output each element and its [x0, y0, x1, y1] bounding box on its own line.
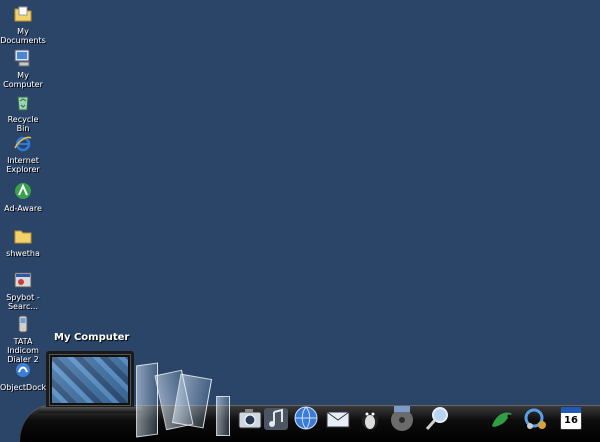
- desktop: My Documents My Computer Recycle Bin Int…: [0, 0, 600, 442]
- desktop-icon-ad-aware[interactable]: Ad-Aware: [0, 181, 46, 213]
- desktop-icon-my-computer[interactable]: My Computer: [0, 48, 46, 89]
- monitor-base: [38, 407, 142, 413]
- desktop-icon-recycle-bin[interactable]: Recycle Bin: [0, 92, 46, 133]
- desktop-icon-label: My Documents: [0, 27, 46, 45]
- search-icon[interactable]: [424, 404, 452, 432]
- dock-item-glass-panels[interactable]: [136, 360, 216, 438]
- desktop-icon-my-documents[interactable]: My Documents: [0, 4, 46, 45]
- desktop-icon-tata-indicom[interactable]: TATA Indicom Dialer 2: [0, 314, 46, 364]
- desktop-icon-label: Ad-Aware: [4, 204, 42, 213]
- desktop-icon-label: My Computer: [3, 71, 43, 89]
- disc-icon[interactable]: [388, 404, 416, 432]
- music-icon[interactable]: [262, 404, 290, 432]
- desktop-icon-spybot[interactable]: Spybot - Searc...: [0, 270, 46, 311]
- camera-icon[interactable]: [236, 404, 264, 432]
- folder-icon: [14, 230, 32, 244]
- dock-item-my-computer[interactable]: [38, 351, 142, 413]
- dock-hover-label: My Computer: [54, 332, 130, 343]
- mail-icon[interactable]: [324, 404, 352, 432]
- recycle-bin-icon: [17, 96, 29, 111]
- desktop-icon-label: Spybot - Searc...: [6, 293, 40, 311]
- computer-icon: [14, 49, 30, 67]
- dialer-icon: [18, 315, 28, 333]
- calendar-icon[interactable]: 16: [560, 406, 582, 430]
- spybot-icon: [14, 272, 32, 288]
- desktop-icon-label: shwetha: [6, 249, 40, 258]
- glass-panel-icon: [136, 362, 158, 438]
- tools-icon[interactable]: [522, 404, 550, 432]
- calendar-day: 16: [564, 415, 578, 426]
- desktop-icon-label: Recycle Bin: [7, 115, 39, 133]
- glass-panel-icon: [216, 396, 230, 436]
- dock-item-glass-small[interactable]: [216, 396, 234, 436]
- penguin-icon[interactable]: [356, 404, 384, 432]
- desktop-icon-shwetha[interactable]: shwetha: [0, 226, 46, 258]
- desktop-icon-objectdock[interactable]: ObjectDock: [0, 360, 46, 392]
- objectdock-icon: [16, 363, 30, 377]
- gecko-icon[interactable]: [488, 404, 516, 432]
- monitor-frame: [46, 351, 134, 409]
- ad-aware-icon: [15, 183, 31, 199]
- desktop-icon-internet-explorer[interactable]: Internet Explorer: [0, 133, 46, 174]
- desktop-icon-label: ObjectDock: [0, 383, 47, 392]
- folder-documents-icon: [14, 6, 32, 22]
- internet-explorer-icon: [14, 136, 32, 152]
- desktop-icon-label: Internet Explorer: [6, 156, 40, 174]
- globe-icon[interactable]: [292, 404, 320, 432]
